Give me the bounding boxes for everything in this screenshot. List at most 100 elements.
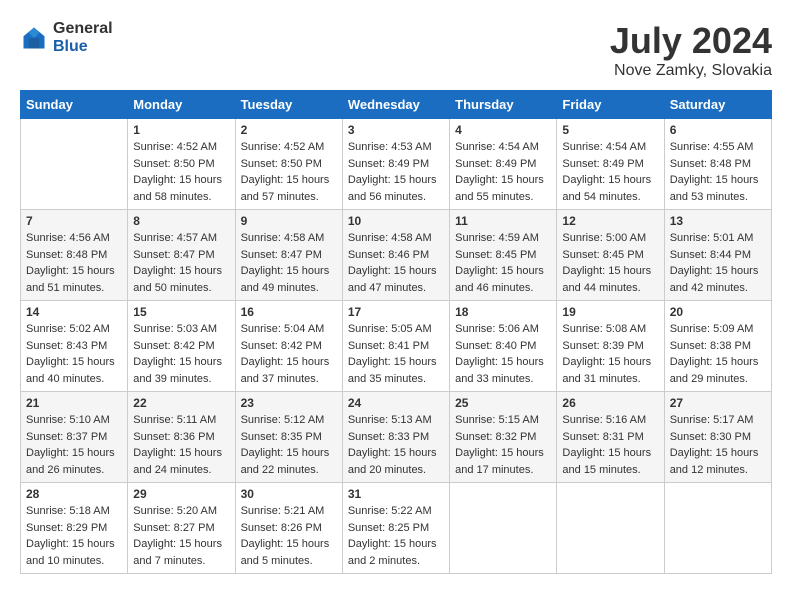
day-number: 17 [348, 305, 444, 319]
calendar-cell-4-0: 28 Sunrise: 5:18 AM Sunset: 8:29 PM Dayli… [21, 483, 128, 574]
calendar-cell-2-4: 18Sunrise: 5:06 AM Sunset: 8:40 PM Dayli… [450, 301, 557, 392]
calendar-cell-4-4 [450, 483, 557, 574]
calendar-cell-2-0: 14 Sunrise: 5:02 AM Sunset: 8:43 PM Dayli… [21, 301, 128, 392]
day-info: Sunrise: 4:52 AM Sunset: 8:50 PM Dayligh… [241, 139, 337, 205]
calendar-cell-1-3: 10 Sunrise: 4:58 AM Sunset: 8:46 PM Dayli… [342, 210, 449, 301]
calendar-cell-2-6: 20Sunrise: 5:09 AM Sunset: 8:38 PM Dayli… [664, 301, 771, 392]
day-info: Sunrise: 4:54 AM Sunset: 8:49 PM Dayligh… [455, 139, 551, 205]
calendar-cell-3-2: 23 Sunrise: 5:12 AM Sunset: 8:35 PM Dayli… [235, 392, 342, 483]
calendar-table: Sunday Monday Tuesday Wednesday Thursday… [20, 90, 772, 574]
day-info: Sunrise: 5:21 AM Sunset: 8:26 PM Dayligh… [241, 503, 337, 569]
day-number: 10 [348, 214, 444, 228]
calendar-cell-0-4: 4 Sunrise: 4:54 AM Sunset: 8:49 PM Daylig… [450, 119, 557, 210]
day-info: Sunrise: 4:58 AM Sunset: 8:46 PM Dayligh… [348, 230, 444, 296]
day-number: 28 [26, 487, 122, 501]
calendar-cell-2-3: 17 Sunrise: 5:05 AM Sunset: 8:41 PM Dayli… [342, 301, 449, 392]
day-number: 16 [241, 305, 337, 319]
logo-text: General Blue [53, 20, 113, 56]
day-info: Sunrise: 5:00 AM Sunset: 8:45 PM Dayligh… [562, 230, 658, 296]
calendar-cell-0-0 [21, 119, 128, 210]
calendar-cell-1-5: 12 Sunrise: 5:00 AM Sunset: 8:45 PM Dayli… [557, 210, 664, 301]
day-number: 14 [26, 305, 122, 319]
day-number: 22 [133, 396, 229, 410]
day-info: Sunrise: 5:02 AM Sunset: 8:43 PM Dayligh… [26, 321, 122, 387]
day-number: 9 [241, 214, 337, 228]
day-info: Sunrise: 5:08 AM Sunset: 8:39 PM Dayligh… [562, 321, 658, 387]
day-info: Sunrise: 4:57 AM Sunset: 8:47 PM Dayligh… [133, 230, 229, 296]
day-info: Sunrise: 5:11 AM Sunset: 8:36 PM Dayligh… [133, 412, 229, 478]
calendar-week-2: 7 Sunrise: 4:56 AM Sunset: 8:48 PM Daylig… [21, 210, 772, 301]
day-number: 4 [455, 123, 551, 137]
day-info: Sunrise: 5:06 AM Sunset: 8:40 PM Dayligh… [455, 321, 551, 387]
day-number: 19 [562, 305, 658, 319]
calendar-cell-3-3: 24 Sunrise: 5:13 AM Sunset: 8:33 PM Dayli… [342, 392, 449, 483]
calendar-cell-0-2: 2Sunrise: 4:52 AM Sunset: 8:50 PM Daylig… [235, 119, 342, 210]
day-info: Sunrise: 5:22 AM Sunset: 8:25 PM Dayligh… [348, 503, 444, 569]
day-number: 12 [562, 214, 658, 228]
day-info: Sunrise: 5:17 AM Sunset: 8:30 PM Dayligh… [670, 412, 766, 478]
calendar-week-3: 14 Sunrise: 5:02 AM Sunset: 8:43 PM Dayli… [21, 301, 772, 392]
calendar-week-1: 1 Sunrise: 4:52 AM Sunset: 8:50 PM Daylig… [21, 119, 772, 210]
calendar-cell-0-1: 1 Sunrise: 4:52 AM Sunset: 8:50 PM Daylig… [128, 119, 235, 210]
day-number: 7 [26, 214, 122, 228]
day-info: Sunrise: 5:13 AM Sunset: 8:33 PM Dayligh… [348, 412, 444, 478]
day-info: Sunrise: 5:05 AM Sunset: 8:41 PM Dayligh… [348, 321, 444, 387]
page-header: General Blue July 2024 Nove Zamky, Slova… [20, 20, 772, 80]
month-year-title: July 2024 [610, 20, 772, 62]
calendar-cell-2-1: 15 Sunrise: 5:03 AM Sunset: 8:42 PM Dayli… [128, 301, 235, 392]
day-number: 21 [26, 396, 122, 410]
day-number: 26 [562, 396, 658, 410]
day-info: Sunrise: 5:18 AM Sunset: 8:29 PM Dayligh… [26, 503, 122, 569]
header-thursday: Thursday [450, 91, 557, 119]
calendar-cell-4-2: 30 Sunrise: 5:21 AM Sunset: 8:26 PM Dayli… [235, 483, 342, 574]
calendar-week-5: 28 Sunrise: 5:18 AM Sunset: 8:29 PM Dayli… [21, 483, 772, 574]
calendar-header-row: Sunday Monday Tuesday Wednesday Thursday… [21, 91, 772, 119]
day-info: Sunrise: 5:12 AM Sunset: 8:35 PM Dayligh… [241, 412, 337, 478]
day-number: 5 [562, 123, 658, 137]
day-info: Sunrise: 4:53 AM Sunset: 8:49 PM Dayligh… [348, 139, 444, 205]
day-info: Sunrise: 4:52 AM Sunset: 8:50 PM Dayligh… [133, 139, 229, 205]
day-info: Sunrise: 4:54 AM Sunset: 8:49 PM Dayligh… [562, 139, 658, 205]
calendar-cell-0-3: 3 Sunrise: 4:53 AM Sunset: 8:49 PM Daylig… [342, 119, 449, 210]
day-number: 20 [670, 305, 766, 319]
day-number: 11 [455, 214, 551, 228]
calendar-cell-1-2: 9 Sunrise: 4:58 AM Sunset: 8:47 PM Daylig… [235, 210, 342, 301]
day-number: 6 [670, 123, 766, 137]
header-sunday: Sunday [21, 91, 128, 119]
calendar-cell-2-5: 19 Sunrise: 5:08 AM Sunset: 8:39 PM Dayli… [557, 301, 664, 392]
calendar-cell-1-4: 11 Sunrise: 4:59 AM Sunset: 8:45 PM Dayli… [450, 210, 557, 301]
calendar-cell-0-6: 6Sunrise: 4:55 AM Sunset: 8:48 PM Daylig… [664, 119, 771, 210]
title-block: July 2024 Nove Zamky, Slovakia [610, 20, 772, 80]
day-number: 3 [348, 123, 444, 137]
location-subtitle: Nove Zamky, Slovakia [610, 62, 772, 80]
day-number: 31 [348, 487, 444, 501]
logo: General Blue [20, 20, 113, 56]
day-info: Sunrise: 4:59 AM Sunset: 8:45 PM Dayligh… [455, 230, 551, 296]
calendar-cell-4-1: 29Sunrise: 5:20 AM Sunset: 8:27 PM Dayli… [128, 483, 235, 574]
day-number: 30 [241, 487, 337, 501]
header-tuesday: Tuesday [235, 91, 342, 119]
calendar-cell-2-2: 16 Sunrise: 5:04 AM Sunset: 8:42 PM Dayli… [235, 301, 342, 392]
day-info: Sunrise: 5:04 AM Sunset: 8:42 PM Dayligh… [241, 321, 337, 387]
calendar-week-4: 21 Sunrise: 5:10 AM Sunset: 8:37 PM Dayli… [21, 392, 772, 483]
day-info: Sunrise: 5:10 AM Sunset: 8:37 PM Dayligh… [26, 412, 122, 478]
day-info: Sunrise: 5:16 AM Sunset: 8:31 PM Dayligh… [562, 412, 658, 478]
calendar-cell-3-4: 25Sunrise: 5:15 AM Sunset: 8:32 PM Dayli… [450, 392, 557, 483]
day-number: 15 [133, 305, 229, 319]
day-info: Sunrise: 4:58 AM Sunset: 8:47 PM Dayligh… [241, 230, 337, 296]
day-info: Sunrise: 5:03 AM Sunset: 8:42 PM Dayligh… [133, 321, 229, 387]
calendar-cell-0-5: 5 Sunrise: 4:54 AM Sunset: 8:49 PM Daylig… [557, 119, 664, 210]
calendar-cell-3-0: 21 Sunrise: 5:10 AM Sunset: 8:37 PM Dayli… [21, 392, 128, 483]
day-number: 24 [348, 396, 444, 410]
day-number: 27 [670, 396, 766, 410]
calendar-cell-1-1: 8Sunrise: 4:57 AM Sunset: 8:47 PM Daylig… [128, 210, 235, 301]
calendar-cell-4-6 [664, 483, 771, 574]
calendar-cell-3-6: 27 Sunrise: 5:17 AM Sunset: 8:30 PM Dayli… [664, 392, 771, 483]
day-number: 1 [133, 123, 229, 137]
day-info: Sunrise: 5:15 AM Sunset: 8:32 PM Dayligh… [455, 412, 551, 478]
calendar-cell-3-5: 26 Sunrise: 5:16 AM Sunset: 8:31 PM Dayli… [557, 392, 664, 483]
day-number: 29 [133, 487, 229, 501]
day-info: Sunrise: 4:56 AM Sunset: 8:48 PM Dayligh… [26, 230, 122, 296]
calendar-cell-1-0: 7 Sunrise: 4:56 AM Sunset: 8:48 PM Daylig… [21, 210, 128, 301]
day-number: 23 [241, 396, 337, 410]
